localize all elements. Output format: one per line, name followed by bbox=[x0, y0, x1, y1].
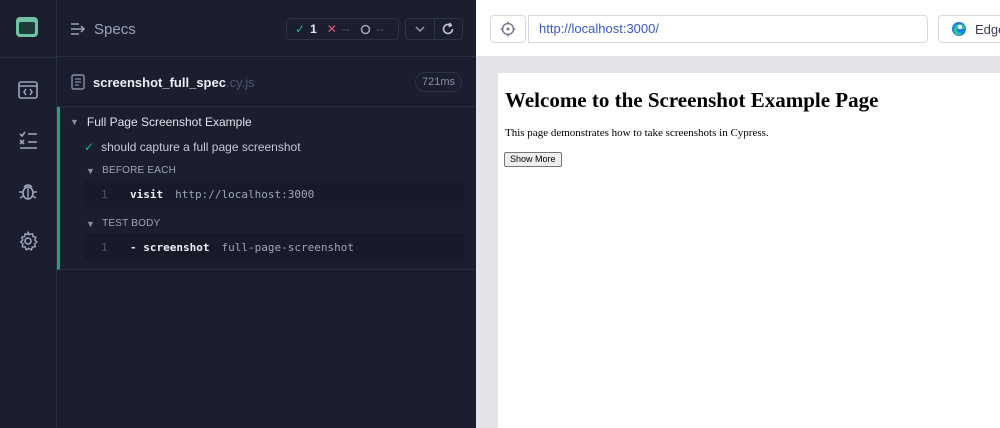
command-message: http://localhost:3000 bbox=[175, 187, 315, 201]
document-icon bbox=[71, 74, 85, 90]
pending-circle-icon bbox=[360, 24, 371, 34]
run-controls bbox=[405, 18, 463, 40]
passed-stat: ✓ 1 bbox=[295, 22, 317, 36]
url-field[interactable]: http://localhost:3000/ bbox=[528, 15, 928, 43]
spec-duration-badge: 721ms bbox=[414, 72, 462, 92]
hook-before-each[interactable]: ▼ BEFORE EACH bbox=[86, 165, 176, 176]
chevron-down-icon: ▼ bbox=[70, 117, 79, 127]
suite-title: Full Page Screenshot Example bbox=[86, 115, 252, 129]
command-row[interactable]: 1 visit http://localhost:3000 bbox=[84, 181, 464, 207]
collapse-toggle-button[interactable] bbox=[406, 19, 435, 39]
refresh-icon bbox=[442, 22, 454, 35]
pending-stat: -- bbox=[360, 22, 384, 36]
command-message: full-page-screenshot bbox=[221, 240, 354, 254]
chevron-down-icon: ▼ bbox=[86, 218, 96, 229]
edge-browser-icon bbox=[952, 22, 966, 36]
command-number: 1 bbox=[101, 240, 108, 254]
gear-icon[interactable] bbox=[17, 230, 39, 252]
failed-count: -- bbox=[341, 22, 350, 36]
hook-label: BEFORE EACH bbox=[102, 165, 176, 176]
crosshair-icon bbox=[500, 21, 516, 37]
reporter-header: Specs ✓ 1 ✕ -- -- bbox=[57, 0, 476, 57]
show-more-button[interactable]: Show More bbox=[504, 152, 562, 167]
url-bar: http://localhost:3000/ Edge bbox=[476, 0, 1000, 57]
spec-file-header: screenshot_full_spec.cy.js 721ms bbox=[57, 57, 476, 107]
browser-selector[interactable]: Edge bbox=[938, 15, 1000, 43]
sidebar-nav bbox=[0, 0, 57, 428]
rerun-button[interactable] bbox=[435, 19, 463, 39]
test-title-row[interactable]: ✓ should capture a full page screenshot bbox=[84, 140, 301, 154]
test-title: should capture a full page screenshot bbox=[101, 140, 301, 154]
hook-label: TEST BODY bbox=[102, 218, 161, 229]
command-row[interactable]: 1 - screenshot full-page-screenshot bbox=[84, 234, 464, 260]
browser-name: Edge bbox=[975, 21, 1000, 37]
failed-stat: ✕ -- bbox=[327, 22, 350, 36]
bug-icon[interactable] bbox=[17, 180, 39, 202]
check-icon: ✓ bbox=[295, 22, 306, 36]
suite-title-row[interactable]: ▼ Full Page Screenshot Example bbox=[70, 115, 252, 129]
test-stats: ✓ 1 ✕ -- -- bbox=[286, 18, 399, 40]
test-suite: ▼ Full Page Screenshot Example ✓ should … bbox=[57, 107, 476, 270]
page-heading: Welcome to the Screenshot Example Page bbox=[505, 88, 879, 112]
specs-label: Specs bbox=[94, 20, 136, 38]
spec-extension: .cy.js bbox=[225, 75, 255, 90]
check-icon: ✓ bbox=[84, 140, 95, 154]
specs-list-icon bbox=[71, 23, 86, 35]
command-log-panel: Specs ✓ 1 ✕ -- -- screenshot_full_spec.c… bbox=[57, 0, 476, 428]
aut-iframe: Welcome to the Screenshot Example Page T… bbox=[498, 73, 1000, 428]
command-name: - screenshot bbox=[130, 240, 210, 254]
specs-toggle-button[interactable]: Specs bbox=[70, 19, 136, 39]
cypress-app: Specs ✓ 1 ✕ -- -- screenshot_full_spec.c… bbox=[0, 0, 1000, 428]
selector-playground-button[interactable] bbox=[490, 15, 526, 43]
app-logo-icon[interactable] bbox=[16, 17, 40, 39]
cross-icon: ✕ bbox=[326, 22, 337, 36]
code-window-icon[interactable] bbox=[17, 79, 39, 101]
aut-preview-panel: http://localhost:3000/ Edge Welcome to t… bbox=[476, 0, 1000, 428]
chevron-down-icon bbox=[415, 26, 425, 33]
hook-test-body[interactable]: ▼ TEST BODY bbox=[86, 218, 160, 229]
command-number: 1 bbox=[101, 187, 108, 201]
page-paragraph: This page demonstrates how to take scree… bbox=[505, 127, 769, 139]
command-name: visit bbox=[130, 187, 164, 201]
passed-count: 1 bbox=[310, 22, 317, 36]
pending-count: -- bbox=[375, 22, 384, 36]
spec-file-name[interactable]: screenshot_full_spec.cy.js bbox=[93, 75, 255, 90]
sidebar-divider bbox=[0, 57, 57, 58]
chevron-down-icon: ▼ bbox=[86, 165, 96, 176]
run-list-icon[interactable] bbox=[17, 129, 39, 151]
spec-name: screenshot_full_spec bbox=[93, 75, 226, 90]
